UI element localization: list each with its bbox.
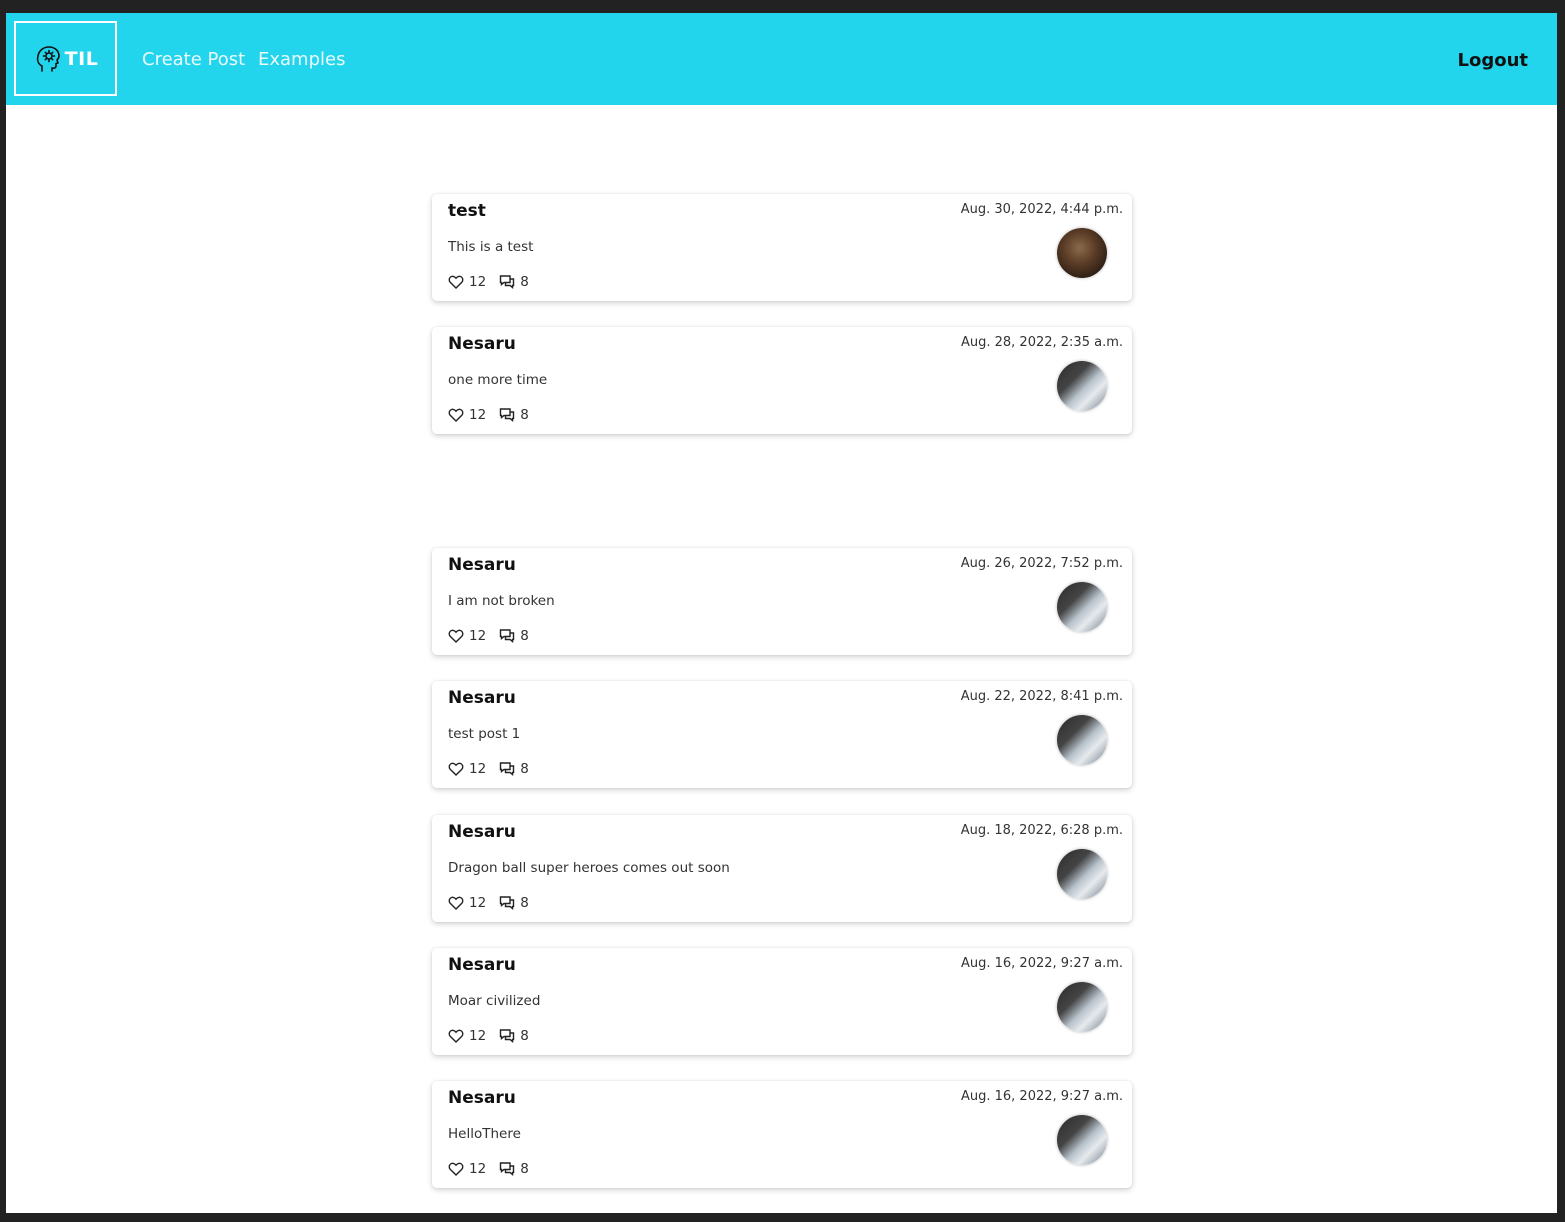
post-card[interactable]: Nesaru Aug. 22, 2022, 8:41 p.m. test pos…: [432, 681, 1132, 788]
nav-link-examples[interactable]: Examples: [258, 49, 345, 70]
avatar[interactable]: [1057, 715, 1107, 765]
like-button[interactable]: 12: [448, 761, 486, 777]
like-count: 12: [469, 761, 487, 777]
comment-button[interactable]: 8: [499, 274, 529, 290]
comment-count: 8: [520, 1028, 529, 1044]
post-stats: 12 8: [448, 1161, 529, 1177]
like-count: 12: [469, 1028, 487, 1044]
comment-button[interactable]: 8: [499, 895, 529, 911]
heart-icon: [448, 408, 464, 422]
comments-icon: [499, 275, 515, 289]
avatar[interactable]: [1057, 361, 1107, 411]
post-card[interactable]: Nesaru Aug. 16, 2022, 9:27 a.m. Moar civ…: [432, 948, 1132, 1055]
post-author[interactable]: Nesaru: [448, 334, 516, 354]
like-button[interactable]: 12: [448, 895, 486, 911]
post-date: Aug. 18, 2022, 6:28 p.m.: [960, 823, 1123, 838]
post-stats: 12 8: [448, 628, 529, 644]
brand-logo[interactable]: TIL: [14, 21, 117, 96]
like-count: 12: [469, 895, 487, 911]
comment-count: 8: [520, 761, 529, 777]
heart-icon: [448, 1162, 464, 1176]
comment-count: 8: [520, 1161, 529, 1177]
like-button[interactable]: 12: [448, 1028, 486, 1044]
post-author[interactable]: Nesaru: [448, 822, 516, 842]
comment-button[interactable]: 8: [499, 761, 529, 777]
browser-viewport: TIL Create Post Examples Logout test Aug…: [6, 13, 1557, 1213]
navbar: TIL Create Post Examples Logout: [6, 13, 1557, 105]
like-button[interactable]: 12: [448, 628, 486, 644]
comments-icon: [499, 629, 515, 643]
post-body: Moar civilized: [448, 993, 541, 1009]
post-date: Aug. 28, 2022, 2:35 a.m.: [960, 335, 1123, 350]
avatar[interactable]: [1057, 228, 1107, 278]
comment-count: 8: [520, 895, 529, 911]
post-author[interactable]: Nesaru: [448, 955, 516, 975]
comments-icon: [499, 1029, 515, 1043]
comment-button[interactable]: 8: [499, 407, 529, 423]
heart-icon: [448, 629, 464, 643]
comment-count: 8: [520, 407, 529, 423]
comments-icon: [499, 896, 515, 910]
post-stats: 12 8: [448, 1028, 529, 1044]
post-body: test post 1: [448, 726, 521, 742]
comment-button[interactable]: 8: [499, 1028, 529, 1044]
post-date: Aug. 16, 2022, 9:27 a.m.: [960, 1089, 1123, 1104]
post-date: Aug. 16, 2022, 9:27 a.m.: [960, 956, 1123, 971]
post-author[interactable]: Nesaru: [448, 1088, 516, 1108]
avatar[interactable]: [1057, 982, 1107, 1032]
heart-icon: [448, 896, 464, 910]
post-author[interactable]: Nesaru: [448, 555, 516, 575]
avatar[interactable]: [1057, 849, 1107, 899]
post-author[interactable]: test: [448, 201, 486, 221]
comment-button[interactable]: 8: [499, 628, 529, 644]
comment-count: 8: [520, 274, 529, 290]
post-body: This is a test: [448, 239, 534, 255]
post-card[interactable]: Nesaru Aug. 28, 2022, 2:35 a.m. one more…: [432, 327, 1132, 434]
post-card[interactable]: test Aug. 30, 2022, 4:44 p.m. This is a …: [432, 194, 1132, 301]
brand-text: TIL: [64, 47, 99, 70]
post-date: Aug. 22, 2022, 8:41 p.m.: [960, 689, 1123, 704]
post-body: I am not broken: [448, 593, 555, 609]
comments-icon: [499, 1162, 515, 1176]
avatar[interactable]: [1057, 1115, 1107, 1165]
heart-icon: [448, 762, 464, 776]
like-count: 12: [469, 274, 487, 290]
head-gear-icon: [36, 45, 60, 72]
logout-link[interactable]: Logout: [1457, 50, 1528, 71]
heart-icon: [448, 1029, 464, 1043]
post-stats: 12 8: [448, 274, 529, 290]
post-author[interactable]: Nesaru: [448, 688, 516, 708]
post-stats: 12 8: [448, 761, 529, 777]
avatar[interactable]: [1057, 582, 1107, 632]
comment-count: 8: [520, 628, 529, 644]
post-stats: 12 8: [448, 895, 529, 911]
comments-icon: [499, 408, 515, 422]
post-body: one more time: [448, 372, 548, 388]
nav-link-create-post[interactable]: Create Post: [142, 49, 245, 70]
comment-button[interactable]: 8: [499, 1161, 529, 1177]
post-date: Aug. 26, 2022, 7:52 p.m.: [960, 556, 1123, 571]
like-count: 12: [469, 1161, 487, 1177]
like-button[interactable]: 12: [448, 407, 486, 423]
post-card[interactable]: Nesaru Aug. 18, 2022, 6:28 p.m. Dragon b…: [432, 815, 1132, 922]
heart-icon: [448, 275, 464, 289]
like-count: 12: [469, 628, 487, 644]
post-stats: 12 8: [448, 407, 529, 423]
post-body: HelloThere: [448, 1126, 521, 1142]
post-date: Aug. 30, 2022, 4:44 p.m.: [960, 202, 1123, 217]
post-body: Dragon ball super heroes comes out soon: [448, 860, 730, 876]
like-button[interactable]: 12: [448, 1161, 486, 1177]
comments-icon: [499, 762, 515, 776]
like-button[interactable]: 12: [448, 274, 486, 290]
post-card[interactable]: Nesaru Aug. 16, 2022, 9:27 a.m. HelloThe…: [432, 1081, 1132, 1188]
like-count: 12: [469, 407, 487, 423]
post-card[interactable]: Nesaru Aug. 26, 2022, 7:52 p.m. I am not…: [432, 548, 1132, 655]
